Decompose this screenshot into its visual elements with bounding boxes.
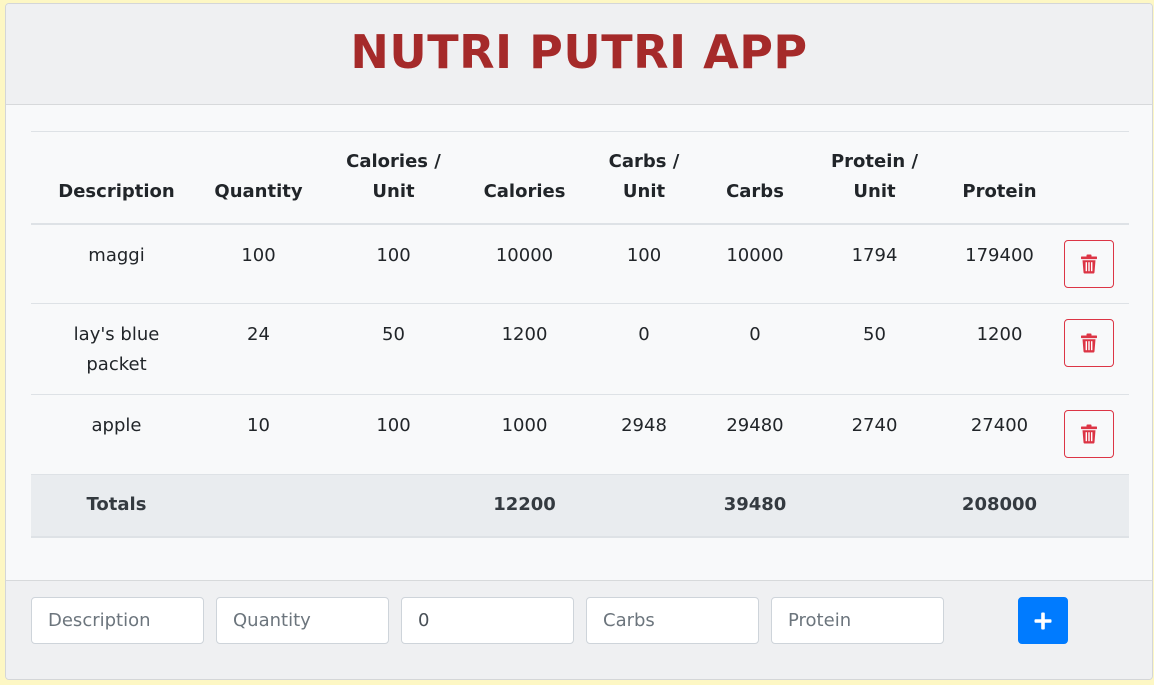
table-row: apple 10 100 1000 2948 29480 2740 27400 <box>31 394 1129 475</box>
trash-icon <box>1081 333 1097 353</box>
cell-actions <box>1049 303 1129 395</box>
col-header-calories-per-unit: Calories / Unit <box>315 131 472 225</box>
cell-calories: 10000 <box>472 223 577 304</box>
cell-carbs-per-unit: 100 <box>577 223 711 304</box>
table-row: maggi 100 100 10000 100 10000 1794 17940… <box>31 223 1129 304</box>
col-header-carbs: Carbs <box>711 131 799 225</box>
cell-carbs: 29480 <box>711 394 799 475</box>
table-row: lay's blue packet 24 50 1200 0 0 50 1200 <box>31 303 1129 395</box>
totals-protein: 208000 <box>950 474 1049 538</box>
cell-description: lay's blue packet <box>31 303 202 395</box>
cell-quantity: 100 <box>202 223 315 304</box>
col-header-carbs-per-unit: Carbs / Unit <box>577 131 711 225</box>
cell-carbs-per-unit: 2948 <box>577 394 711 475</box>
cell-actions <box>1049 394 1129 475</box>
cell-calories-per-unit: 50 <box>315 303 472 395</box>
cell-description: apple <box>31 394 202 475</box>
plus-icon <box>1034 612 1052 629</box>
col-header-quantity: Quantity <box>202 131 315 225</box>
add-button[interactable] <box>1018 597 1068 644</box>
totals-row: Totals 12200 39480 208000 <box>31 474 1129 538</box>
app-header: NUTRI PUTRI APP <box>6 4 1152 105</box>
delete-button[interactable] <box>1064 410 1114 458</box>
delete-button[interactable] <box>1064 319 1114 367</box>
food-table-section: Description Quantity Calories / Unit Calo… <box>6 105 1152 581</box>
cell-protein: 27400 <box>950 394 1049 475</box>
col-header-calories: Calories <box>472 131 577 225</box>
cell-calories-per-unit: 100 <box>315 223 472 304</box>
cell-quantity: 24 <box>202 303 315 395</box>
cell-calories-per-unit: 100 <box>315 394 472 475</box>
col-header-description: Description <box>31 131 202 225</box>
cell-actions <box>1049 223 1129 304</box>
add-food-form <box>6 580 1152 679</box>
col-header-protein: Protein <box>950 131 1049 225</box>
app-card: NUTRI PUTRI APP Description Quantity Cal… <box>5 3 1153 680</box>
cell-carbs: 0 <box>711 303 799 395</box>
page-title: NUTRI PUTRI APP <box>350 25 808 79</box>
carbs-input[interactable] <box>586 597 759 644</box>
col-header-protein-per-unit: Protein / Unit <box>799 131 950 225</box>
totals-carbs: 39480 <box>711 474 799 538</box>
protein-input[interactable] <box>771 597 944 644</box>
cell-description: maggi <box>31 223 202 304</box>
cell-protein-per-unit: 2740 <box>799 394 950 475</box>
cell-carbs-per-unit: 0 <box>577 303 711 395</box>
cell-carbs: 10000 <box>711 223 799 304</box>
calories-input[interactable] <box>401 597 574 644</box>
cell-protein-per-unit: 1794 <box>799 223 950 304</box>
totals-calories: 12200 <box>472 474 577 538</box>
cell-calories: 1000 <box>472 394 577 475</box>
cell-protein: 1200 <box>950 303 1049 395</box>
quantity-input[interactable] <box>216 597 389 644</box>
description-input[interactable] <box>31 597 204 644</box>
delete-button[interactable] <box>1064 239 1114 288</box>
cell-protein-per-unit: 50 <box>799 303 950 395</box>
totals-label: Totals <box>31 474 202 538</box>
cell-quantity: 10 <box>202 394 315 475</box>
trash-icon <box>1081 254 1097 273</box>
cell-protein: 179400 <box>950 223 1049 304</box>
cell-calories: 1200 <box>472 303 577 395</box>
trash-icon <box>1081 424 1097 444</box>
food-table: Description Quantity Calories / Unit Calo… <box>31 131 1129 538</box>
table-header-row: Description Quantity Calories / Unit Calo… <box>31 131 1129 225</box>
col-header-actions <box>1049 131 1129 225</box>
